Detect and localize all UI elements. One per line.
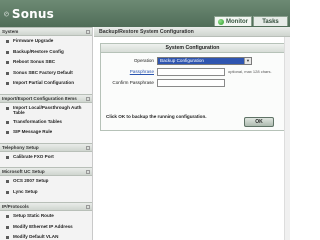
bullet-icon (6, 190, 9, 194)
sidebar-item-default-vlan[interactable]: Modify Default VLAN (0, 232, 92, 240)
chevron-down-icon[interactable]: ▼ (244, 58, 251, 64)
scrollbar[interactable] (284, 37, 290, 240)
sidebar-item-backup-restore[interactable]: Backup/Restore Config (0, 47, 92, 58)
logo-text: Sonus (11, 6, 54, 21)
operation-select[interactable]: Backup Configuration ▼ (157, 57, 252, 65)
status-dot-icon (218, 19, 224, 25)
confirm-passphrase-label: Confirm Passphrase (112, 80, 154, 85)
item-label: Firmware Upgrade (13, 38, 54, 43)
confirm-passphrase-input[interactable] (157, 79, 225, 87)
bullet-icon (6, 236, 9, 239)
sonus-logo: Sonus (4, 4, 54, 23)
sidebar-section-telephony[interactable]: Telephony Setup (0, 142, 92, 152)
sidebar: System Firmware Upgrade Backup/Restore C… (0, 27, 93, 240)
bullet-icon (6, 106, 9, 110)
sidebar-item-reboot[interactable]: Reboot Sonus SBC (0, 57, 92, 68)
sidebar-section-system[interactable]: System (0, 27, 92, 36)
bullet-icon (6, 61, 9, 64)
app-header: Sonus Monitor Tasks (0, 0, 290, 27)
bullet-icon (6, 180, 9, 183)
passphrase-hint: optional, max 128 chars. (228, 69, 272, 74)
item-label: Lync Setup (13, 188, 38, 194)
panel-title: System Configuration (101, 44, 284, 53)
tab-tasks-label: Tasks (262, 19, 279, 25)
bullet-icon (6, 155, 9, 159)
item-label: Transformation Tables (13, 118, 62, 124)
bullet-icon (6, 40, 9, 43)
section-title: Telephony Setup (2, 144, 39, 150)
bullet-icon (6, 215, 9, 218)
item-label: Modify Ethernet IP Address (13, 223, 73, 229)
bullet-icon (6, 82, 9, 85)
sidebar-item-import-auth-table[interactable]: Import Local/Passthrough Auth Table (0, 103, 92, 117)
sidebar-item-static-route[interactable]: Setup Static Route (0, 211, 92, 222)
sidebar-section-microsoft-uc[interactable]: Microsoft UC Setup (0, 167, 92, 176)
sidebar-item-ocs-2007[interactable]: OCS 2007 Setup (0, 176, 92, 187)
sidebar-section-ip-protocols[interactable]: IP/Protocols (0, 202, 92, 211)
passphrase-label[interactable]: Passphrase (105, 68, 154, 76)
bullet-icon (6, 71, 9, 75)
item-label: Backup/Restore Config (13, 48, 64, 54)
ok-button[interactable]: OK (244, 117, 274, 127)
item-label: Setup Static Route (13, 213, 54, 218)
section-title: IP/Protocols (2, 204, 29, 209)
bullet-icon (6, 50, 9, 54)
sidebar-item-firmware-upgrade[interactable]: Firmware Upgrade (0, 36, 92, 47)
item-label: Sonus SBC Factory Default (13, 69, 73, 75)
section-title: Import/Export Configuration Items (2, 95, 77, 101)
item-label: SIP Message Rule (13, 129, 53, 134)
item-label: Reboot Sonus SBC (13, 59, 56, 64)
sidebar-item-lync[interactable]: Lync Setup (0, 187, 92, 198)
sonus-logo-icon (4, 11, 9, 16)
instruction-text: Click OK to backup the running configura… (106, 114, 207, 119)
sidebar-item-import-partial[interactable]: Import Partial Configuration (0, 78, 92, 89)
bullet-icon (6, 225, 9, 229)
item-label: OCS 2007 Setup (13, 178, 49, 183)
bullet-icon (6, 131, 9, 134)
passphrase-row: Passphrase optional, max 128 chars. (101, 68, 286, 76)
tab-tasks[interactable]: Tasks (253, 16, 288, 26)
page-title: Backup/Restore System Configuration (94, 27, 290, 37)
passphrase-input[interactable] (157, 68, 225, 76)
section-title: Microsoft UC Setup (2, 169, 45, 174)
sidebar-item-factory-default[interactable]: Sonus SBC Factory Default (0, 68, 92, 79)
operation-select-value: Backup Configuration (160, 58, 204, 63)
sidebar-item-calibrate-fxo[interactable]: Calibrate FXO Port (0, 152, 92, 163)
operation-label: Operation (133, 58, 154, 63)
item-label: Import Local/Passthrough Auth Table (13, 104, 82, 115)
operation-row: Operation Backup Configuration ▼ (101, 57, 286, 65)
section-title: System (2, 29, 19, 34)
confirm-passphrase-row: Confirm Passphrase (101, 79, 286, 87)
tab-monitor[interactable]: Monitor (214, 16, 252, 26)
collapse-icon[interactable] (86, 145, 90, 150)
collapse-icon[interactable] (86, 205, 90, 209)
sidebar-item-transformation-tables[interactable]: Transformation Tables (0, 117, 92, 128)
main-content: Backup/Restore System Configuration Syst… (94, 27, 290, 240)
sidebar-section-import-export[interactable]: Import/Export Configuration Items (0, 93, 92, 103)
sidebar-item-sip-message-rule[interactable]: SIP Message Rule (0, 127, 92, 138)
item-label: Calibrate FXO Port (13, 153, 54, 159)
tab-monitor-label: Monitor (226, 19, 248, 25)
sidebar-item-ethernet-ip[interactable]: Modify Ethernet IP Address (0, 222, 92, 233)
item-label: Import Partial Configuration (13, 80, 74, 85)
collapse-icon[interactable] (86, 30, 90, 34)
collapse-icon[interactable] (86, 96, 90, 101)
collapse-icon[interactable] (86, 170, 90, 174)
item-label: Modify Default VLAN (13, 234, 59, 239)
bullet-icon (6, 120, 9, 124)
